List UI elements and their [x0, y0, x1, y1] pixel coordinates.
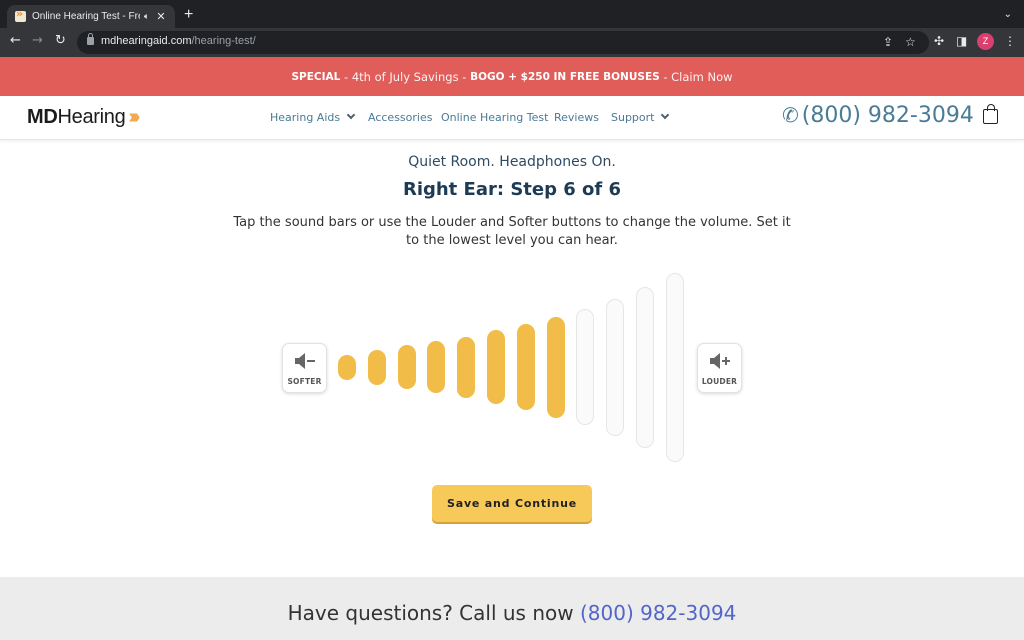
- footer-text: Have questions? Call us now: [287, 601, 580, 625]
- promo-separator: -: [458, 69, 471, 84]
- new-tab-icon[interactable]: +: [184, 6, 193, 24]
- nav-online-hearing-test[interactable]: Online Hearing Test: [441, 111, 548, 124]
- volume-bar-5[interactable]: [457, 337, 475, 398]
- browser-toolbar: ← → ↻ mdhearingaid.com/hearing-test/ ⇪ ☆…: [0, 28, 1024, 57]
- logo-chevrons-icon: ›››: [128, 106, 140, 128]
- promo-offer: BOGO + $250 IN FREE BONUSES: [470, 70, 660, 83]
- volume-bar-2[interactable]: [368, 350, 386, 385]
- softer-label: SOFTER: [287, 377, 322, 386]
- nav-accessories[interactable]: Accessories: [368, 111, 432, 124]
- test-instructions: Tap the sound bars or use the Louder and…: [233, 215, 791, 248]
- bookmark-star-icon[interactable]: ☆: [905, 35, 916, 49]
- promo-banner[interactable]: SPECIAL - 4th of July Savings - BOGO + $…: [0, 57, 1024, 96]
- nav-reviews[interactable]: Reviews: [554, 111, 599, 124]
- louder-label: LOUDER: [701, 377, 738, 386]
- chevron-down-icon: [346, 110, 356, 120]
- site-favicon-icon: [15, 7, 26, 22]
- volume-down-icon: [295, 353, 315, 369]
- nav-hearing-aids[interactable]: Hearing Aids: [270, 110, 356, 124]
- share-icon[interactable]: ⇪: [883, 35, 893, 49]
- tab-title: Online Hearing Test - Free, Quick & Accu…: [32, 11, 140, 22]
- lock-icon: [87, 33, 94, 45]
- shopping-bag-icon[interactable]: [983, 104, 998, 124]
- tab-audio-icon[interactable]: 🔈︎: [144, 12, 149, 22]
- volume-bar-6[interactable]: [487, 330, 505, 404]
- footer-cta: Have questions? Call us now (800) 982-30…: [0, 577, 1024, 640]
- volume-bar-8[interactable]: [547, 317, 565, 418]
- nav-support[interactable]: Support: [611, 110, 670, 124]
- menu-kebab-icon[interactable]: ⋮: [1004, 34, 1016, 48]
- chevron-down-icon: [661, 110, 670, 120]
- forward-icon[interactable]: →: [32, 33, 43, 48]
- test-step-title: Right Ear: Step 6 of 6: [402, 179, 622, 200]
- phone-icon: ✆: [782, 103, 799, 127]
- mdhearing-logo[interactable]: MDHearing ›››: [27, 106, 140, 129]
- volume-bar-1[interactable]: [338, 355, 356, 380]
- promo-separator: -: [340, 69, 352, 84]
- volume-up-icon: [710, 353, 730, 369]
- url-text[interactable]: mdhearingaid.com/hearing-test/: [101, 35, 256, 47]
- reload-icon[interactable]: ↻: [55, 33, 66, 48]
- volume-bar-3[interactable]: [398, 345, 416, 389]
- promo-claim-link[interactable]: Claim Now: [671, 70, 732, 84]
- tab-search-chevron-icon[interactable]: ⌄: [1004, 9, 1012, 20]
- test-subtitle: Quiet Room. Headphones On.: [408, 154, 616, 170]
- volume-bar-7[interactable]: [517, 324, 535, 410]
- volume-bar-12[interactable]: [666, 273, 684, 462]
- volume-bar-10[interactable]: [606, 299, 624, 436]
- save-and-continue-button[interactable]: Save and Continue: [432, 485, 592, 522]
- promo-special: SPECIAL: [291, 70, 341, 83]
- profile-avatar[interactable]: Z: [977, 33, 994, 50]
- side-panel-icon[interactable]: ◨: [956, 34, 967, 48]
- volume-bar-11[interactable]: [636, 287, 654, 448]
- volume-bar-4[interactable]: [427, 341, 445, 393]
- browser-tab[interactable]: Online Hearing Test - Free, Quick & Accu…: [7, 5, 175, 28]
- promo-separator: -: [659, 69, 672, 84]
- softer-button[interactable]: SOFTER: [282, 343, 327, 393]
- address-bar[interactable]: mdhearingaid.com/hearing-test/ ⇪ ☆: [77, 31, 929, 54]
- footer-phone-link[interactable]: (800) 982-3094: [580, 601, 736, 625]
- tab-close-icon[interactable]: ✕: [156, 10, 165, 23]
- back-icon[interactable]: ←: [10, 33, 21, 48]
- site-header: MDHearing ››› Hearing Aids Accessories On…: [0, 96, 1024, 140]
- louder-button[interactable]: LOUDER: [697, 343, 742, 393]
- volume-bar-9[interactable]: [576, 309, 594, 425]
- header-phone-link[interactable]: ✆ (800) 982-3094: [782, 103, 974, 128]
- browser-tabstrip: Online Hearing Test - Free, Quick & Accu…: [0, 0, 1024, 28]
- extensions-icon[interactable]: ✣: [934, 34, 944, 48]
- promo-savings: 4th of July Savings: [351, 69, 459, 84]
